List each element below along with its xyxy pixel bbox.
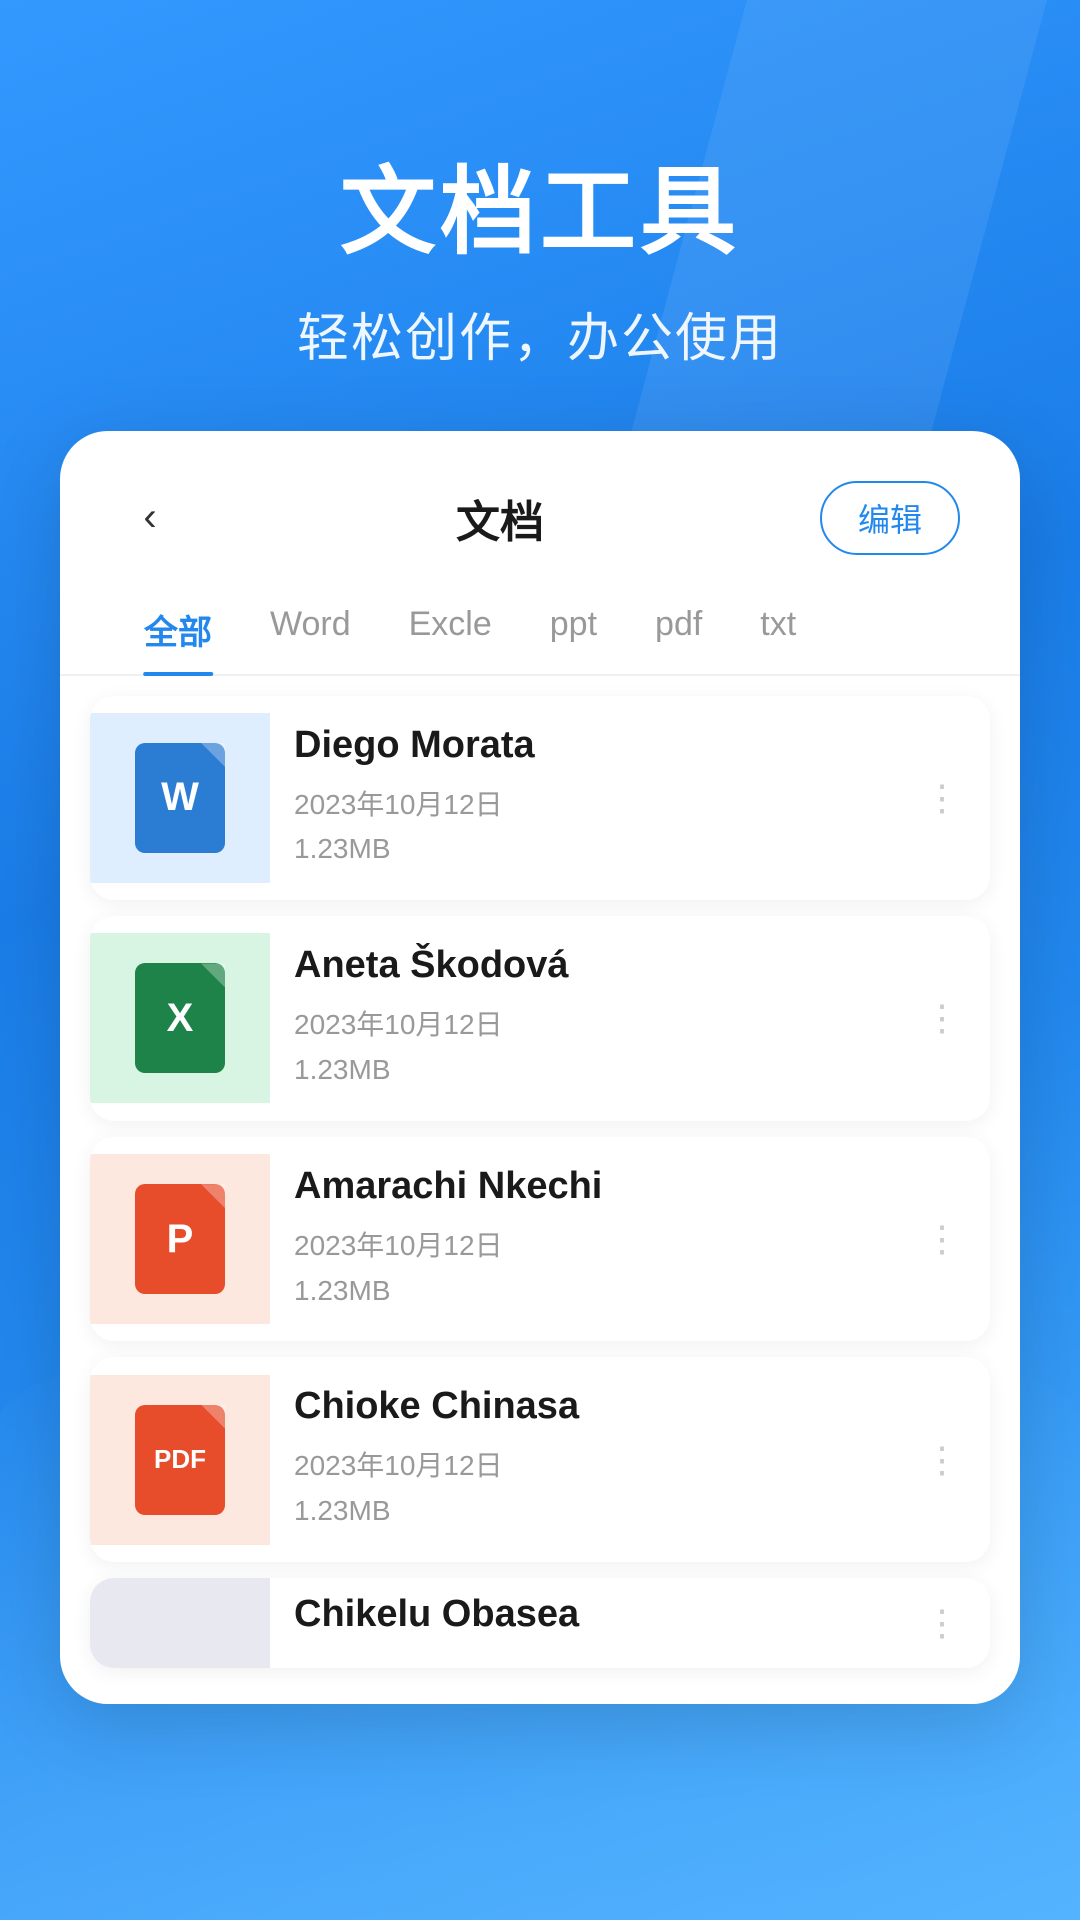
file-meta: 2023年10月12日1.23MB <box>294 1003 870 1093</box>
tab-excel[interactable]: Excle <box>385 585 516 674</box>
tab-word[interactable]: Word <box>246 585 375 674</box>
more-icon: ⋮ <box>924 777 960 819</box>
file-info: Chikelu Obasea <box>270 1578 894 1668</box>
file-name: Chikelu Obasea <box>294 1593 870 1636</box>
file-info: Chioke Chinasa 2023年10月12日1.23MB <box>270 1357 894 1562</box>
file-meta: 2023年10月12日1.23MB <box>294 1444 870 1534</box>
tab-all[interactable]: 全部 <box>120 585 236 674</box>
file-item[interactable]: P Amarachi Nkechi 2023年10月12日1.23MB ⋮ <box>90 1137 990 1342</box>
file-info: Amarachi Nkechi 2023年10月12日1.23MB <box>270 1137 894 1342</box>
more-button[interactable]: ⋮ <box>894 977 990 1059</box>
word-icon: W <box>135 743 225 853</box>
more-icon: ⋮ <box>924 1602 960 1644</box>
ppt-icon-letter: P <box>167 1217 194 1262</box>
more-icon: ⋮ <box>924 1439 960 1481</box>
sub-title: 轻松创作，办公使用 <box>0 296 1080 371</box>
tab-ppt[interactable]: ppt <box>526 585 621 674</box>
back-button[interactable]: ‹ <box>120 488 180 548</box>
tab-txt[interactable]: txt <box>736 585 820 674</box>
file-icon-wrap: X <box>90 933 270 1103</box>
pdf-icon: PDF <box>135 1405 225 1515</box>
file-icon-wrap: PDF <box>90 1375 270 1545</box>
file-icon-wrap: P <box>90 1154 270 1324</box>
more-button[interactable]: ⋮ <box>894 1582 990 1664</box>
more-button[interactable]: ⋮ <box>894 1198 990 1280</box>
file-item[interactable]: W Diego Morata 2023年10月12日1.23MB ⋮ <box>90 696 990 901</box>
file-name: Aneta Škodová <box>294 944 870 987</box>
card-header: ‹ 文档 编辑 <box>60 431 1020 585</box>
file-info: Aneta Škodová 2023年10月12日1.23MB <box>270 916 894 1121</box>
file-name: Diego Morata <box>294 724 870 767</box>
main-card: ‹ 文档 编辑 全部 Word Excle ppt pdf txt W Dieg… <box>60 431 1020 1704</box>
file-meta: 2023年10月12日1.23MB <box>294 1224 870 1314</box>
tab-pdf[interactable]: pdf <box>631 585 726 674</box>
more-button[interactable]: ⋮ <box>894 1419 990 1501</box>
file-item-partial[interactable]: Chikelu Obasea ⋮ <box>90 1578 990 1668</box>
file-icon-wrap <box>90 1578 270 1668</box>
ppt-icon: P <box>135 1184 225 1294</box>
file-item[interactable]: PDF Chioke Chinasa 2023年10月12日1.23MB ⋮ <box>90 1357 990 1562</box>
file-info: Diego Morata 2023年10月12日1.23MB <box>270 696 894 901</box>
file-name: Chioke Chinasa <box>294 1385 870 1428</box>
file-icon-wrap: W <box>90 713 270 883</box>
more-button[interactable]: ⋮ <box>894 757 990 839</box>
word-icon-letter: W <box>161 775 199 820</box>
tab-bar: 全部 Word Excle ppt pdf txt <box>60 585 1020 676</box>
file-meta: 2023年10月12日1.23MB <box>294 783 870 873</box>
more-icon: ⋮ <box>924 997 960 1039</box>
card-title: 文档 <box>456 486 544 550</box>
file-name: Amarachi Nkechi <box>294 1165 870 1208</box>
more-icon: ⋮ <box>924 1218 960 1260</box>
file-item[interactable]: X Aneta Škodová 2023年10月12日1.23MB ⋮ <box>90 916 990 1121</box>
excel-icon-letter: X <box>167 996 194 1041</box>
edit-button[interactable]: 编辑 <box>820 481 960 555</box>
file-list: W Diego Morata 2023年10月12日1.23MB ⋮ X Ane… <box>60 696 1020 1668</box>
back-icon: ‹ <box>143 495 156 540</box>
pdf-icon-letter: PDF <box>154 1444 206 1475</box>
excel-icon: X <box>135 963 225 1073</box>
main-title: 文档工具 <box>0 160 1080 266</box>
header-section: 文档工具 轻松创作，办公使用 <box>0 0 1080 431</box>
